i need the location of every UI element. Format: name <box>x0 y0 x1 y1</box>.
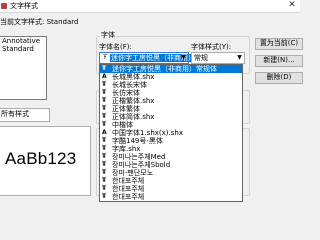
truetype-icon: Ŧ <box>102 81 107 88</box>
font-option[interactable]: Ŧ 正体繁体 <box>100 105 242 113</box>
style-list-item[interactable]: Standard <box>0 45 46 53</box>
truetype-icon: Ŧ <box>102 169 107 176</box>
truetype-icon: Ŧ <box>102 185 107 192</box>
truetype-icon: Ŧ <box>102 153 107 160</box>
current-style-value: Standard <box>46 18 79 26</box>
truetype-icon: Ŧ <box>102 137 107 144</box>
font-option[interactable]: Ŧ 长城长宋体 <box>100 81 242 89</box>
preview-panel: AaBb123 <box>0 126 91 196</box>
truetype-icon: Ŧ <box>102 121 107 128</box>
close-icon[interactable]: ✕ <box>285 0 299 11</box>
chevron-down-icon[interactable]: ▼ <box>235 53 244 63</box>
truetype-icon: Ŧ <box>102 193 107 200</box>
font-option[interactable]: Ŧ 字酷149号-黑体 <box>100 137 242 145</box>
style-filter-select[interactable]: 所有样式 <box>0 108 50 122</box>
shx-font-icon: A <box>102 73 107 80</box>
font-option[interactable]: A 中国字体1.shx(x).shx <box>100 129 242 137</box>
title-bar: 文字样式 ✕ <box>0 0 300 13</box>
font-option[interactable]: Ŧ 迷你字工房悦黑（非商用）常规体 <box>100 65 242 73</box>
font-option[interactable]: A 长城黑体.shx <box>100 73 242 81</box>
font-option[interactable]: Ŧ 장미나는주체Sbold <box>100 161 242 169</box>
truetype-icon: Ŧ <box>102 177 107 184</box>
set-current-button[interactable]: 置为当前(C) <box>255 38 303 50</box>
font-option[interactable]: Ŧ 中楷体 <box>100 121 242 129</box>
font-dropdown-list[interactable]: Ŧ 迷你字工房悦黑（非商用）常规体 A 长城黑体.shx Ŧ 长城长宋体 Ŧ 长仿宋体 … <box>99 64 243 202</box>
truetype-icon: Ŧ <box>102 105 107 112</box>
font-option[interactable]: Ŧ 正楷繁体.shx <box>100 97 242 105</box>
font-option[interactable]: Ŧ 한대포주체 <box>100 193 242 201</box>
font-option[interactable]: Ŧ 长仿宋体 <box>100 89 242 97</box>
truetype-icon: Ŧ <box>102 145 107 152</box>
font-option[interactable]: Ŧ 장미-팬단모노 <box>100 169 242 177</box>
new-button[interactable]: 新建(N)... <box>255 55 303 67</box>
preview-text: AaBb123 <box>5 149 77 168</box>
shx-font-icon: A <box>102 129 107 136</box>
font-option[interactable]: Ŧ 字库.shx <box>100 145 242 153</box>
font-name-label: 字体名(F): <box>99 43 132 51</box>
truetype-icon: Ŧ <box>102 161 107 168</box>
truetype-icon: Ŧ <box>102 89 107 96</box>
font-option[interactable]: Ŧ 한대포주체 <box>100 177 242 185</box>
current-style-label: 当前文字样式: <box>0 18 45 26</box>
current-style-row: 当前文字样式: Standard <box>0 18 78 27</box>
delete-button[interactable]: 删除(D) <box>255 72 303 84</box>
font-style-label: 字体样式(Y): <box>191 43 232 51</box>
font-style-combo[interactable]: 常规 ▼ <box>191 52 245 64</box>
style-list[interactable]: Annotative Standard <box>0 36 47 100</box>
font-name-combo[interactable]: Ŧ 迷你字工房悦黑（非商用） ▼ <box>99 52 196 64</box>
truetype-icon: Ŧ <box>102 97 107 104</box>
truetype-icon: Ŧ <box>102 113 107 120</box>
truetype-icon: Ŧ <box>102 65 107 72</box>
style-list-item[interactable]: Annotative <box>0 37 46 45</box>
font-option[interactable]: Ŧ 正体简体.shx <box>100 113 242 121</box>
chevron-down-icon[interactable]: ▼ <box>179 53 188 63</box>
window-title: 文字样式 <box>10 2 38 10</box>
font-group-label: 字体 <box>100 31 116 39</box>
font-option[interactable]: Ŧ 장미나는주체Med <box>100 153 242 161</box>
font-style-value: 常规 <box>194 54 208 62</box>
font-option[interactable]: Ŧ 한대포주체 <box>100 185 242 193</box>
truetype-icon: Ŧ <box>103 54 107 61</box>
app-icon <box>1 3 7 9</box>
